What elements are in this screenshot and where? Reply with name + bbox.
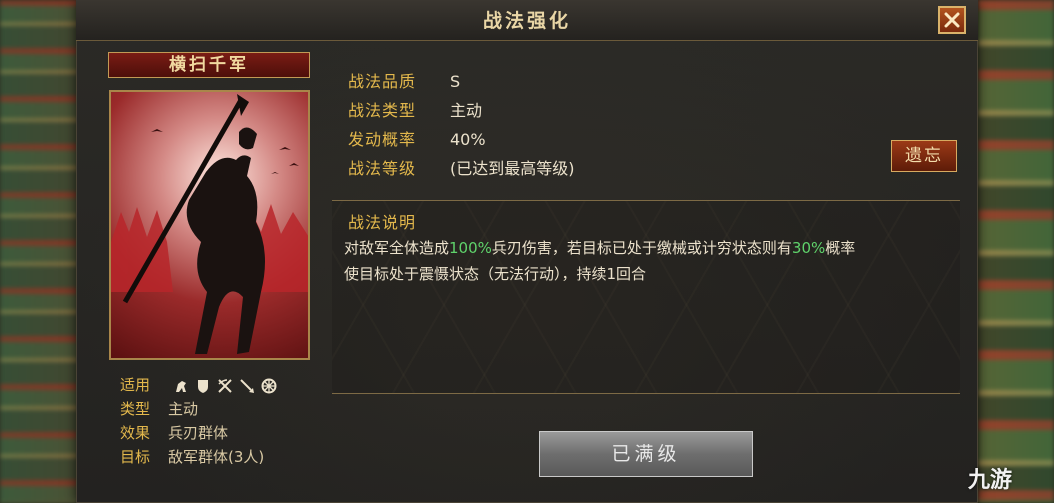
stat-apply: 适用 bbox=[120, 374, 277, 395]
type-label: 战法类型 bbox=[348, 101, 417, 120]
close-button[interactable] bbox=[938, 6, 966, 34]
chance-value: 40% bbox=[450, 130, 486, 149]
stat-target-label: 目标 bbox=[120, 448, 151, 466]
stat-effect: 效果 兵刃群体 bbox=[120, 422, 228, 443]
title-bar: 战法强化 bbox=[76, 0, 978, 41]
info-type: 战法类型 主动 bbox=[348, 97, 482, 121]
cavalry-icon bbox=[175, 380, 186, 392]
map-background-left bbox=[0, 0, 78, 503]
stat-apply-label: 适用 bbox=[120, 376, 151, 394]
chance-label: 发动概率 bbox=[348, 130, 417, 149]
stat-type: 类型 主动 bbox=[120, 398, 198, 419]
quality-label: 战法品质 bbox=[348, 72, 417, 91]
watermark-logo: 九游 bbox=[968, 468, 1013, 493]
skill-card-name: 横扫千军 bbox=[108, 52, 310, 78]
description-pct1: 100% bbox=[449, 239, 492, 257]
info-level: 战法等级 (已达到最高等级) bbox=[348, 155, 575, 179]
level-label: 战法等级 bbox=[348, 159, 417, 178]
stat-target-value: 敌军群体(3人) bbox=[168, 448, 265, 466]
description-pct2: 30% bbox=[791, 239, 826, 257]
description-part1: 对敌军全体造成 bbox=[344, 239, 450, 257]
description-line2: 使目标处于震慑状态（无法行动），持续1回合 bbox=[344, 265, 647, 283]
type-value: 主动 bbox=[450, 101, 483, 120]
description-panel: 战法说明 对敌军全体造成100%兵刃伤害，若目标已处于缴械或计穷状态则有30%概… bbox=[332, 200, 960, 394]
description-part2: 兵刃伤害，若目标已处于缴械或计穷状态则有 bbox=[491, 239, 792, 257]
wheel-icon bbox=[261, 378, 277, 393]
info-chance: 发动概率 40% bbox=[348, 126, 486, 150]
stat-type-value: 主动 bbox=[168, 400, 199, 418]
map-background-right bbox=[978, 0, 1054, 503]
max-level-button[interactable]: 已满级 bbox=[539, 431, 753, 477]
warrior-silhouette-icon bbox=[111, 94, 308, 354]
spear-icon bbox=[240, 378, 254, 393]
stat-effect-value: 兵刃群体 bbox=[168, 424, 229, 442]
description-text: 对敌军全体造成100%兵刃伤害，若目标已处于缴械或计穷状态则有30%概率 使目标… bbox=[344, 235, 954, 287]
close-icon bbox=[944, 12, 960, 28]
crossed-bows-icon bbox=[218, 378, 232, 393]
description-title: 战法说明 bbox=[348, 213, 417, 232]
stat-effect-label: 效果 bbox=[120, 424, 151, 442]
skill-card-art bbox=[109, 90, 310, 360]
skill-enhance-dialog: 战法强化 横扫千军 适用 类型 主动 效果 兵刃群体 目标 敌军群体(3人) 战… bbox=[76, 0, 978, 503]
stat-target: 目标 敌军群体(3人) bbox=[120, 446, 264, 467]
forget-button[interactable]: 遗忘 bbox=[891, 140, 957, 172]
quality-value: S bbox=[450, 72, 461, 91]
level-value: (已达到最高等级) bbox=[450, 159, 575, 178]
description-part3: 概率 bbox=[825, 239, 856, 257]
dialog-title: 战法强化 bbox=[482, 10, 571, 32]
info-quality: 战法品质 S bbox=[348, 68, 460, 92]
stat-type-label: 类型 bbox=[120, 400, 151, 418]
shield-icon bbox=[197, 379, 208, 393]
